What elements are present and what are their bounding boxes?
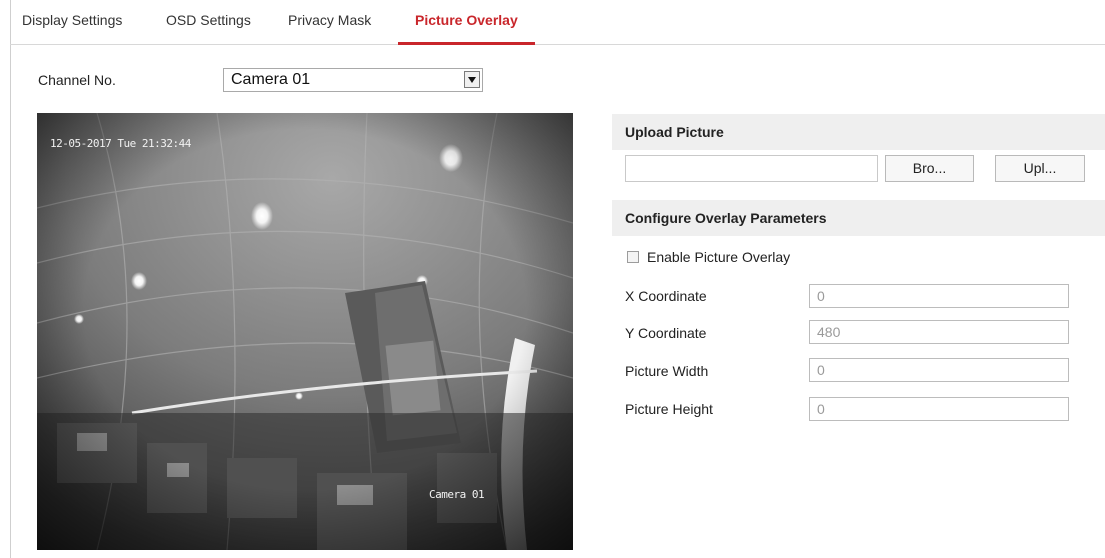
upload-button[interactable]: Upl...	[995, 155, 1085, 182]
overlay-params-header: Configure Overlay Parameters	[612, 200, 1105, 236]
osd-camera-name: Camera 01	[429, 488, 485, 501]
picture-width-value: 0	[817, 362, 825, 378]
x-coordinate-value: 0	[817, 288, 825, 304]
osd-timestamp: 12-05-2017 Tue 21:32:44	[50, 137, 191, 150]
enable-picture-overlay-checkbox[interactable]	[627, 251, 639, 263]
camera-scene	[37, 113, 573, 550]
browse-button[interactable]: Bro...	[885, 155, 974, 182]
y-coordinate-label: Y Coordinate	[625, 325, 707, 341]
channel-label: Channel No.	[38, 72, 116, 88]
upload-picture-title: Upload Picture	[625, 124, 724, 140]
active-tab-indicator	[398, 42, 535, 45]
picture-height-field[interactable]: 0	[809, 397, 1069, 421]
y-coordinate-field[interactable]: 480	[809, 320, 1069, 344]
tab-picture-overlay[interactable]: Picture Overlay	[398, 0, 535, 45]
tab-picture-overlay-label: Picture Overlay	[415, 12, 518, 28]
channel-select-value: Camera 01	[231, 71, 311, 88]
x-coordinate-field[interactable]: 0	[809, 284, 1069, 308]
channel-select[interactable]: Camera 01	[223, 68, 483, 92]
picture-height-value: 0	[817, 401, 825, 417]
tab-osd-settings[interactable]: OSD Settings	[166, 0, 251, 44]
enable-picture-overlay-label: Enable Picture Overlay	[647, 249, 791, 265]
picture-width-label: Picture Width	[625, 363, 709, 379]
live-video-preview: 12-05-2017 Tue 21:32:44 Camera 01	[37, 113, 573, 550]
tab-display-settings[interactable]: Display Settings	[22, 0, 122, 44]
picture-height-label: Picture Height	[625, 401, 713, 417]
picture-width-field[interactable]: 0	[809, 358, 1069, 382]
y-coordinate-value: 480	[817, 324, 841, 340]
tab-privacy-mask[interactable]: Privacy Mask	[288, 0, 371, 44]
picture-file-path-field[interactable]	[625, 155, 878, 182]
x-coordinate-label: X Coordinate	[625, 288, 707, 304]
upload-picture-header: Upload Picture	[612, 114, 1105, 150]
overlay-params-title: Configure Overlay Parameters	[625, 210, 827, 226]
tab-bar: Display Settings OSD Settings Privacy Ma…	[10, 0, 1105, 45]
chevron-down-icon[interactable]	[464, 71, 480, 88]
